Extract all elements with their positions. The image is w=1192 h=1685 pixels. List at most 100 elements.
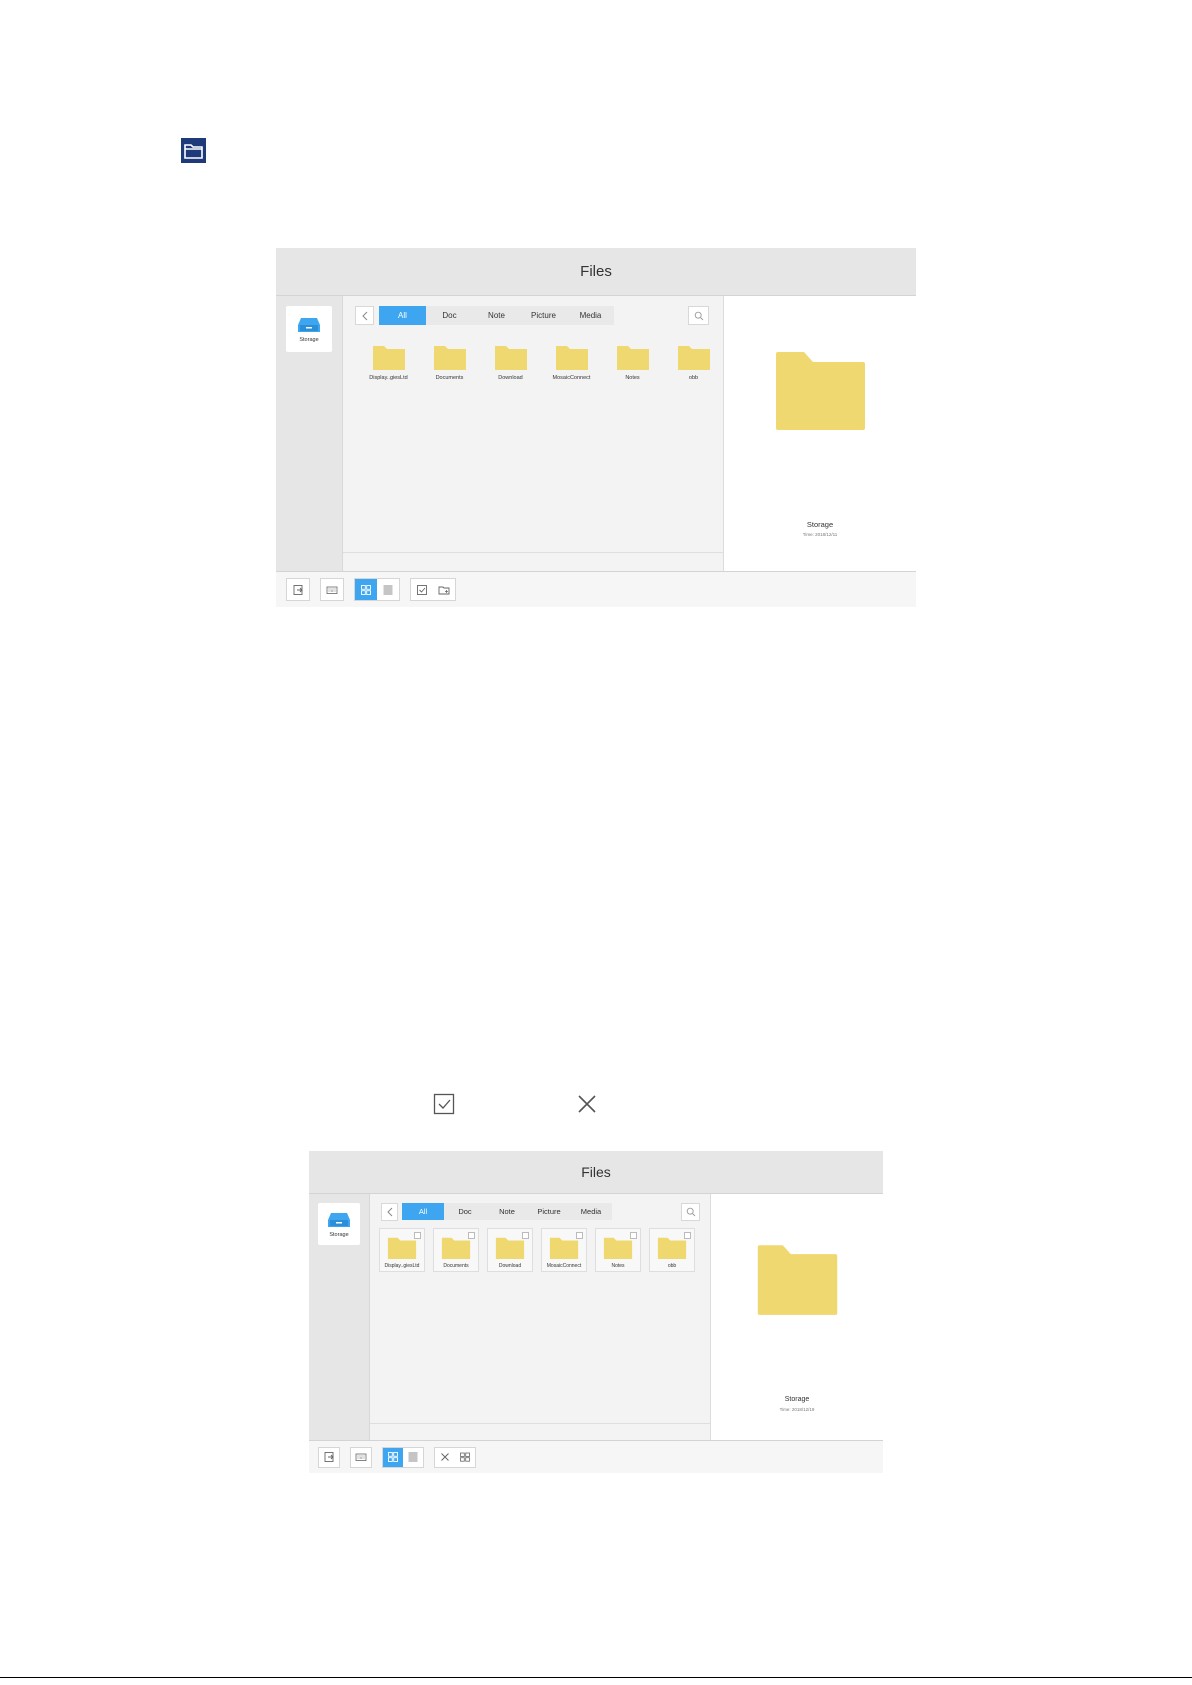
list-view-button[interactable]	[403, 1447, 423, 1467]
folder-icon	[433, 346, 466, 370]
folder-name: Documents	[443, 1263, 469, 1269]
toolbar-group-exit	[318, 1446, 340, 1468]
folder-icon	[757, 1245, 838, 1315]
window-title: Files	[309, 1151, 883, 1194]
filter-tabs: All Doc Note Picture Media	[379, 306, 614, 325]
search-button[interactable]	[681, 1203, 700, 1221]
item-checkbox[interactable]	[576, 1232, 583, 1239]
folder-icon	[603, 1237, 633, 1259]
exit-icon	[324, 1452, 334, 1462]
folder-item[interactable]: Documents	[433, 1228, 479, 1272]
folder-icon	[555, 346, 588, 370]
folder-item[interactable]: MosaicConnect	[541, 343, 602, 381]
folder-item[interactable]: Documents	[419, 343, 480, 381]
item-checkbox[interactable]	[522, 1232, 529, 1239]
folder-icon	[441, 1237, 471, 1259]
back-button[interactable]	[381, 1203, 398, 1221]
cancel-selection-button[interactable]	[435, 1447, 455, 1467]
preview-time: Time: 2018/12/19	[779, 1407, 815, 1412]
list-view-button[interactable]	[377, 579, 399, 600]
item-checkbox[interactable]	[630, 1232, 637, 1239]
tab-note[interactable]: Note	[473, 306, 520, 325]
grid-view-button[interactable]	[383, 1447, 403, 1467]
exit-icon	[293, 584, 303, 595]
new-folder-icon	[438, 586, 450, 594]
preview-time: Time: 2018/12/11	[802, 532, 838, 537]
storage-item[interactable]: Storage	[318, 1203, 360, 1245]
checkbox-icon	[417, 584, 427, 595]
tab-all[interactable]: All	[379, 306, 426, 325]
folder-item[interactable]: Download	[487, 1228, 533, 1272]
toolbar-group-view	[382, 1446, 424, 1468]
search-button[interactable]	[688, 306, 709, 325]
toolbar-group-actions	[410, 578, 456, 601]
checkbox-icon	[433, 1093, 455, 1115]
chevron-left-icon	[361, 311, 367, 320]
folder-item[interactable]: Notes	[602, 343, 663, 381]
folder-name: obb	[688, 375, 699, 381]
folder-icon	[657, 1237, 687, 1259]
folder-icon	[677, 346, 710, 370]
folder-icon	[372, 346, 405, 370]
tab-doc[interactable]: Doc	[426, 306, 473, 325]
item-checkbox[interactable]	[684, 1232, 691, 1239]
folder-item[interactable]: Download	[480, 343, 541, 381]
tab-media[interactable]: Media	[570, 1203, 612, 1220]
folder-item[interactable]: Notes	[595, 1228, 641, 1272]
folder-icon	[495, 1237, 525, 1259]
grid-view-button[interactable]	[355, 579, 377, 600]
storage-label: Storage	[299, 336, 319, 343]
new-folder-button[interactable]	[433, 579, 455, 600]
files-app-screenshot: Files Storage All Doc Note Picture Media	[276, 248, 916, 607]
back-button[interactable]	[355, 306, 374, 325]
filter-tabs: All Doc Note Picture Media	[402, 1203, 612, 1220]
select-all-icon	[460, 1452, 470, 1462]
tab-note[interactable]: Note	[486, 1203, 528, 1220]
folder-icon	[494, 346, 527, 370]
folder-item[interactable]: obb	[663, 343, 724, 381]
folder-item[interactable]: obb	[649, 1228, 695, 1272]
keyboard-button[interactable]	[321, 579, 343, 600]
file-browser: All Doc Note Picture Media Display..gies…	[343, 296, 723, 571]
bottom-toolbar	[276, 571, 916, 607]
storage-item[interactable]: Storage	[286, 306, 332, 352]
preview-panel: Storage Time: 2018/12/11	[723, 296, 916, 571]
tab-all[interactable]: All	[402, 1203, 444, 1220]
toolbar-group-keyboard	[320, 578, 344, 601]
select-button[interactable]	[411, 579, 433, 600]
list-icon	[408, 1452, 418, 1462]
file-browser: All Doc Note Picture Media Display..gies…	[370, 1194, 710, 1440]
sidebar: Storage	[276, 296, 343, 571]
folder-name: obb	[667, 1263, 677, 1269]
tab-picture[interactable]: Picture	[528, 1203, 570, 1220]
storage-label: Storage	[329, 1231, 349, 1238]
search-icon	[686, 1207, 695, 1217]
toolbar-group-view	[354, 578, 400, 601]
tab-doc[interactable]: Doc	[444, 1203, 486, 1220]
item-checkbox[interactable]	[468, 1232, 475, 1239]
file-grid: Display..giesLtd Documents Download Mosa…	[358, 343, 724, 381]
storage-icon	[298, 317, 320, 332]
folder-name: Display..giesLtd	[369, 375, 408, 381]
toolbar-group-exit	[286, 578, 310, 601]
folder-item[interactable]: Display..giesLtd	[358, 343, 419, 381]
folder-item[interactable]: MosaicConnect	[541, 1228, 587, 1272]
exit-button[interactable]	[319, 1447, 339, 1467]
exit-button[interactable]	[287, 579, 309, 600]
folder-name: Display..giesLtd	[384, 1263, 420, 1269]
keyboard-button[interactable]	[351, 1447, 371, 1467]
select-all-button[interactable]	[455, 1447, 475, 1467]
divider	[343, 552, 723, 553]
toolbar-group-actions	[434, 1446, 476, 1468]
preview-name: Storage	[806, 520, 834, 529]
tab-media[interactable]: Media	[567, 306, 614, 325]
tab-picture[interactable]: Picture	[520, 306, 567, 325]
chevron-left-icon	[386, 1207, 392, 1217]
keyboard-icon	[355, 1453, 367, 1461]
folder-icon	[387, 1237, 417, 1259]
folder-name: Documents	[435, 375, 464, 381]
keyboard-icon	[326, 586, 338, 594]
preview-name: Storage	[784, 1396, 810, 1403]
folder-item[interactable]: Display..giesLtd	[379, 1228, 425, 1272]
item-checkbox[interactable]	[414, 1232, 421, 1239]
